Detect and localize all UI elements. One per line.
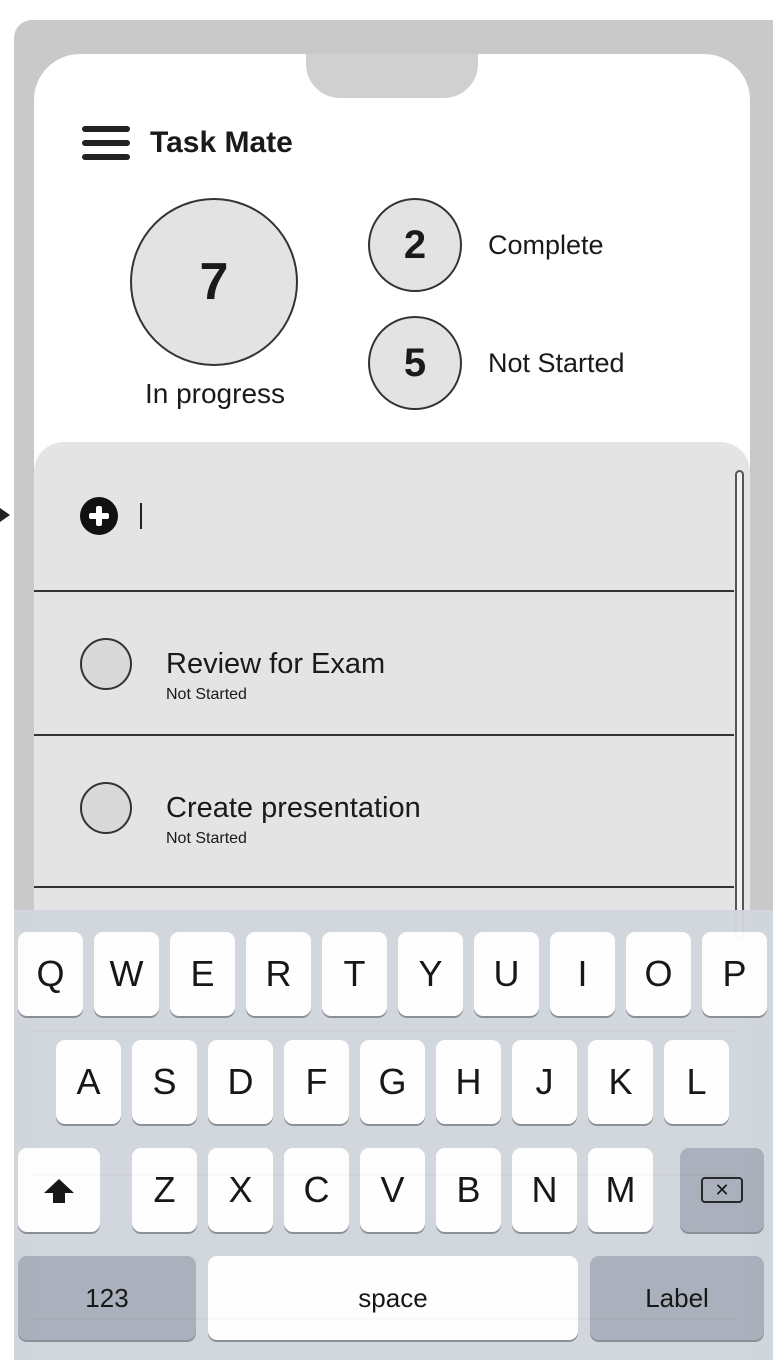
complete-label: Complete bbox=[488, 230, 604, 260]
key-c[interactable]: C bbox=[284, 1148, 349, 1232]
numbers-key[interactable]: 123 bbox=[18, 1256, 196, 1340]
list-scrollbar[interactable] bbox=[735, 470, 744, 940]
key-m[interactable]: M bbox=[588, 1148, 653, 1232]
key-z[interactable]: Z bbox=[132, 1148, 197, 1232]
key-b[interactable]: B bbox=[436, 1148, 501, 1232]
key-f[interactable]: F bbox=[284, 1040, 349, 1124]
on-screen-keyboard: Q W E R T Y U I O P A S D F G H J K L Z … bbox=[14, 910, 773, 1360]
task-status: Not Started bbox=[166, 830, 247, 847]
key-n[interactable]: N bbox=[512, 1148, 577, 1232]
complete-count: 2 bbox=[368, 198, 462, 292]
key-p[interactable]: P bbox=[702, 932, 767, 1016]
text-cursor bbox=[140, 503, 142, 529]
key-v[interactable]: V bbox=[360, 1148, 425, 1232]
hamburger-menu-icon[interactable] bbox=[82, 126, 130, 160]
not-started-count: 5 bbox=[368, 316, 462, 410]
key-l[interactable]: L bbox=[664, 1040, 729, 1124]
return-key[interactable]: Label bbox=[590, 1256, 764, 1340]
key-s[interactable]: S bbox=[132, 1040, 197, 1124]
key-d[interactable]: D bbox=[208, 1040, 273, 1124]
task-name: Create presentation bbox=[166, 792, 421, 824]
plus-circle-icon[interactable] bbox=[80, 497, 118, 535]
task-checkbox[interactable] bbox=[80, 638, 132, 690]
task-item[interactable]: Review for Exam Not Started bbox=[34, 592, 734, 736]
annotation-arrow bbox=[0, 508, 10, 522]
in-progress-label: In progress bbox=[144, 378, 286, 409]
key-q[interactable]: Q bbox=[18, 932, 83, 1016]
task-status: Not Started bbox=[166, 686, 247, 703]
backspace-icon: ✕ bbox=[701, 1177, 743, 1203]
key-y[interactable]: Y bbox=[398, 932, 463, 1016]
task-name: Review for Exam bbox=[166, 648, 386, 680]
key-j[interactable]: J bbox=[512, 1040, 577, 1124]
add-task-row[interactable] bbox=[34, 442, 734, 592]
delete-key[interactable]: ✕ bbox=[680, 1148, 764, 1232]
key-x[interactable]: X bbox=[208, 1148, 273, 1232]
in-progress-count: 7 bbox=[130, 198, 298, 366]
shift-arrow-icon bbox=[44, 1179, 74, 1203]
key-t[interactable]: T bbox=[322, 932, 387, 1016]
new-task-input[interactable] bbox=[184, 497, 664, 537]
app-header: Task Mate bbox=[82, 126, 293, 160]
key-i[interactable]: I bbox=[550, 932, 615, 1016]
key-k[interactable]: K bbox=[588, 1040, 653, 1124]
app-title: Task Mate bbox=[150, 126, 293, 159]
key-h[interactable]: H bbox=[436, 1040, 501, 1124]
key-e[interactable]: E bbox=[170, 932, 235, 1016]
task-checkbox[interactable] bbox=[80, 782, 132, 834]
shift-key[interactable] bbox=[18, 1148, 100, 1232]
key-r[interactable]: R bbox=[246, 932, 311, 1016]
task-item[interactable]: Create presentation Not Started bbox=[34, 736, 734, 888]
space-key[interactable]: space bbox=[208, 1256, 578, 1340]
device-notch bbox=[306, 54, 478, 98]
key-o[interactable]: O bbox=[626, 932, 691, 1016]
not-started-label: Not Started bbox=[488, 348, 625, 378]
key-a[interactable]: A bbox=[56, 1040, 121, 1124]
key-g[interactable]: G bbox=[360, 1040, 425, 1124]
key-w[interactable]: W bbox=[94, 932, 159, 1016]
key-u[interactable]: U bbox=[474, 932, 539, 1016]
